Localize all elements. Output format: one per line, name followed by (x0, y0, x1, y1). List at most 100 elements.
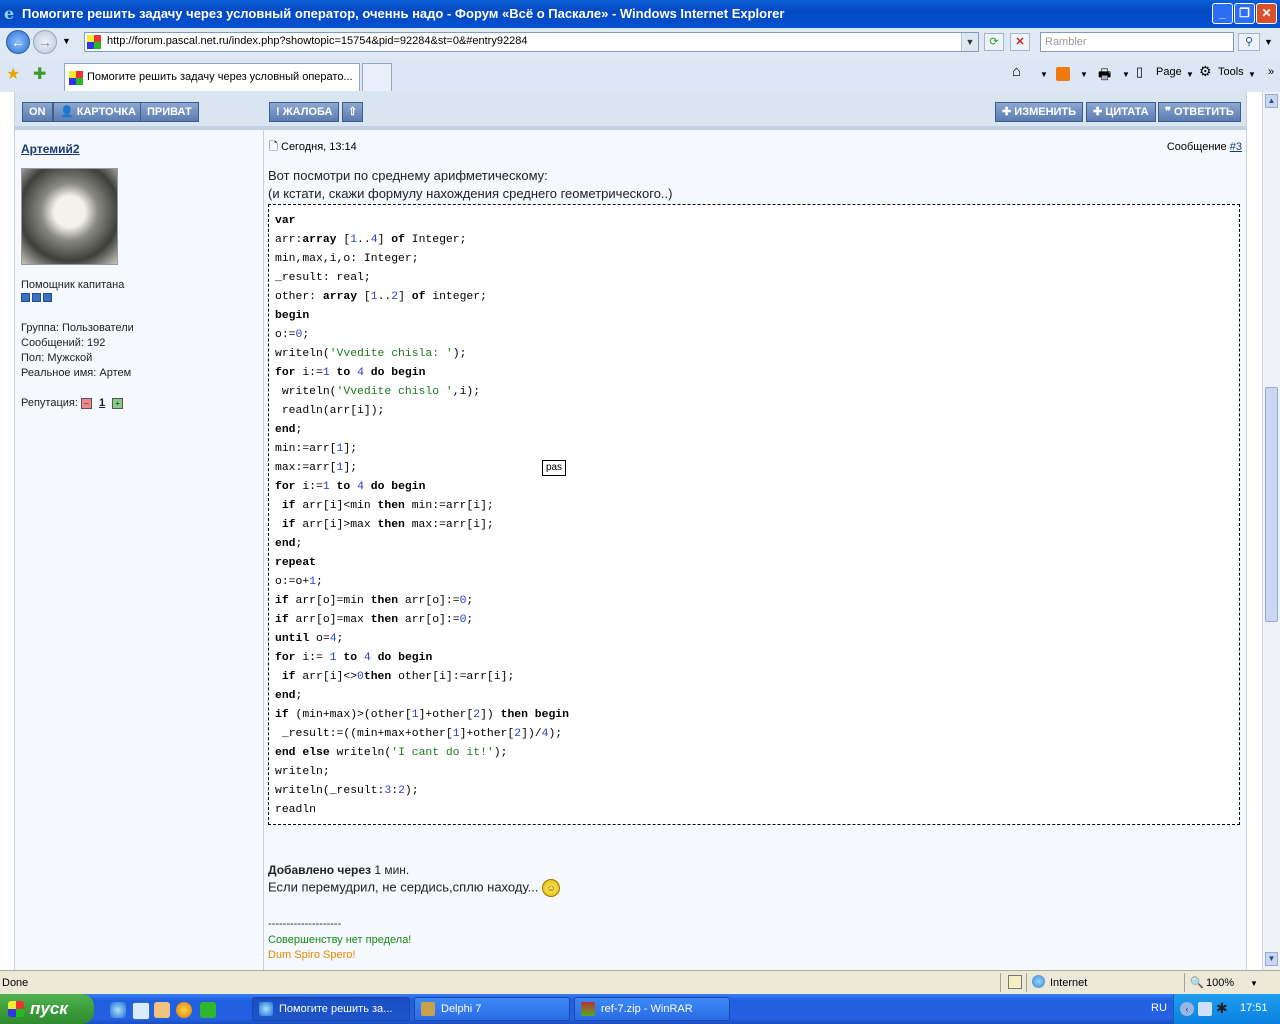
address-url: http://forum.pascal.net.ru/index.php?sho… (107, 35, 528, 47)
address-bar[interactable]: http://forum.pascal.net.ru/index.php?sho… (84, 32, 979, 52)
ie-logo-icon: e (4, 4, 15, 23)
maximize-button[interactable]: ❐ (1234, 3, 1255, 24)
search-options-icon[interactable]: ▼ (1264, 37, 1273, 47)
quicklaunch-app-icon[interactable] (200, 1002, 216, 1018)
scrollbar-thumb[interactable] (1265, 387, 1278, 622)
tab-active[interactable]: Помогите решить задачу через условный оп… (64, 63, 360, 91)
code-block[interactable]: var arr:array [1..4] of Integer; min,max… (268, 204, 1240, 825)
post-page-icon: 🗋 (269, 141, 278, 153)
history-dropdown-icon[interactable]: ▼ (62, 36, 71, 46)
zoom-level[interactable]: 100% (1206, 977, 1234, 989)
page-dropdown-icon[interactable]: ▼ (1186, 70, 1194, 79)
scroll-down-icon[interactable]: ▼ (1265, 952, 1278, 966)
exclamation-icon: ! (276, 106, 283, 118)
reply-label: ОТВЕТИТЬ (1173, 106, 1234, 118)
reputation-value[interactable]: 1 (99, 397, 105, 409)
taskbar-item-ie[interactable]: Помогите решить за... (252, 997, 410, 1021)
delphi-task-icon (421, 1002, 435, 1016)
added-header: Добавлено через 1 мин. (268, 863, 560, 877)
window-titlebar[interactable]: e Помогите решить задачу через условный … (0, 0, 1280, 28)
taskbar: пуск Помогите решить за... Delphi 7 ref-… (0, 994, 1280, 1024)
report-button[interactable]: ! ЖАЛОБА (269, 102, 340, 122)
quote-marks-icon: ❞ (1165, 106, 1174, 118)
smiley-icon: ☺ (542, 879, 561, 897)
signature-line1: Совершенству нет предела! (268, 934, 412, 946)
address-dropdown-icon[interactable]: ▼ (961, 33, 978, 51)
home-dropdown-icon[interactable]: ▼ (1040, 70, 1048, 79)
clock[interactable]: 17:51 (1240, 1002, 1268, 1014)
added-time: 1 мин. (374, 863, 410, 877)
author-name-link[interactable]: Артемий2 (21, 142, 80, 156)
post-text-line1: Вот посмотри по среднему арифметическому… (268, 168, 548, 183)
tray-antivirus-icon[interactable]: ✱ (1216, 1000, 1228, 1017)
zoom-dropdown-icon[interactable]: ▼ (1250, 979, 1258, 988)
profile-card-button[interactable]: 👤 КАРТОЧКА (53, 102, 144, 122)
search-input[interactable]: Rambler (1040, 32, 1234, 52)
close-icon: ✕ (1261, 6, 1272, 20)
stop-icon: ✕ (1015, 36, 1025, 48)
search-button[interactable]: ⚲ (1238, 33, 1260, 51)
arrow-up-icon: ⇧ (348, 106, 358, 118)
reply-button[interactable]: ❞ ОТВЕТИТЬ (1158, 102, 1241, 122)
quicklaunch-desktop-icon[interactable] (132, 1002, 150, 1020)
start-button[interactable]: пуск (0, 994, 94, 1024)
zoom-icon: 🔍 (1190, 977, 1204, 989)
rss-feed-icon[interactable] (1056, 67, 1070, 81)
tools-menu[interactable]: Tools (1218, 66, 1244, 78)
quicklaunch-media-icon[interactable] (176, 1002, 192, 1018)
author-gender: Пол: Мужской (21, 352, 93, 364)
refresh-button[interactable]: ⟳ (984, 33, 1004, 51)
window-title: Помогите решить задачу через условный оп… (22, 6, 785, 21)
reputation-label: Репутация: (21, 397, 78, 409)
back-button[interactable]: ← (6, 30, 30, 54)
vertical-scrollbar[interactable]: ▲ ▼ (1262, 92, 1280, 970)
tools-dropdown-icon[interactable]: ▼ (1248, 70, 1256, 79)
print-icon[interactable]: 🖶 (1098, 64, 1111, 88)
forward-button[interactable]: → (33, 30, 57, 54)
language-indicator[interactable]: RU (1151, 1002, 1167, 1014)
quote-button[interactable]: ✚ ЦИТАТА (1086, 102, 1156, 122)
taskbar-item-winrar[interactable]: ref-7.zip - WinRAR (574, 997, 730, 1021)
post-number-link[interactable]: #3 (1230, 141, 1242, 153)
page-menu[interactable]: Page (1156, 66, 1182, 78)
quicklaunch-ie-icon[interactable] (110, 1002, 126, 1018)
add-favorites-icon[interactable]: ✚ (33, 64, 46, 84)
back-arrow-icon: ← (11, 34, 25, 50)
feed-dropdown-icon[interactable]: ▼ (1080, 70, 1088, 79)
forward-arrow-icon: → (38, 34, 52, 50)
user-icon: 👤 (60, 106, 77, 118)
code-content: var arr:array [1..4] of Integer; min,max… (275, 215, 569, 816)
start-label: пуск (30, 999, 68, 1018)
more-commands-icon[interactable]: » (1268, 66, 1274, 78)
quote-label: ЦИТАТА (1105, 106, 1149, 118)
post-text-line2: (и кстати, скажи формулу нахождения сред… (268, 186, 673, 201)
rank-pips (21, 293, 54, 305)
plus-icon: ✚ (1093, 106, 1106, 118)
scroll-top-button[interactable]: ⇧ (342, 102, 364, 122)
online-button[interactable]: ON (22, 102, 53, 122)
plus-icon: ✚ (1002, 106, 1015, 118)
favorites-star-icon[interactable]: ★ (6, 64, 20, 84)
tray-network-icon[interactable] (1198, 1002, 1212, 1016)
taskbar-item-delphi[interactable]: Delphi 7 (414, 997, 570, 1021)
home-icon[interactable]: ⌂ (1012, 63, 1021, 80)
scroll-up-icon[interactable]: ▲ (1265, 94, 1278, 108)
close-button[interactable]: ✕ (1256, 3, 1277, 24)
reputation-minus-icon[interactable]: – (80, 397, 92, 409)
post-number: Сообщение #3 (1167, 141, 1242, 153)
stop-button[interactable]: ✕ (1010, 33, 1030, 51)
report-label: ЖАЛОБА (282, 106, 333, 118)
quicklaunch-explorer-icon[interactable] (154, 1002, 170, 1018)
signature-line2: Dum Spiro Spero! (268, 949, 356, 961)
protected-mode-icon (1008, 975, 1022, 989)
minimize-button[interactable]: _ (1212, 3, 1233, 24)
edit-button[interactable]: ✚ ИЗМЕНИТЬ (995, 102, 1084, 122)
ie-task-icon (259, 1002, 273, 1016)
private-message-button[interactable]: ПРИВАТ (140, 102, 199, 122)
post-text: Вот посмотри по среднему арифметическому… (268, 168, 1238, 201)
new-tab-button[interactable] (362, 63, 392, 91)
reputation-plus-icon[interactable]: + (112, 397, 124, 409)
tray-expand-icon[interactable]: ‹ (1180, 1002, 1194, 1016)
site-favicon-icon (87, 35, 101, 49)
print-dropdown-icon[interactable]: ▼ (1122, 70, 1130, 79)
